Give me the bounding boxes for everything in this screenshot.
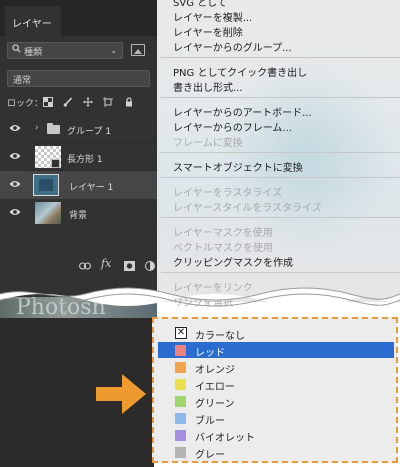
- menu-item-enable-layer-mask: レイヤーマスクを使用: [173, 228, 273, 239]
- color-option-label: レッド: [195, 348, 225, 359]
- blend-mode-value: 通常: [13, 76, 32, 86]
- eye-icon[interactable]: [9, 151, 21, 161]
- close-icon: ✕: [175, 327, 187, 339]
- color-option-label: グリーン: [195, 399, 235, 410]
- color-option-gray[interactable]: グレー: [158, 444, 394, 461]
- menu-item-quick-export-png[interactable]: PNG としてクイック書き出し: [173, 64, 307, 79]
- swatch-chip: [175, 396, 186, 407]
- tab-layers-label: レイヤー: [12, 19, 52, 30]
- layer-row-group[interactable]: › グループ 1: [0, 115, 157, 143]
- search-icon: [12, 44, 21, 53]
- swatch-chip: [175, 362, 186, 373]
- mask-icon[interactable]: [124, 261, 135, 271]
- menu-item-delete-layer[interactable]: レイヤーを削除: [173, 24, 243, 39]
- menu-item-create-clipping-mask[interactable]: クリッピングマスクを作成: [173, 254, 293, 269]
- layer-thumbnail: [35, 202, 61, 224]
- lock-pixels-brush-icon[interactable]: [63, 97, 73, 107]
- menu-item-rasterize-layer-style: レイヤースタイルをラスタライズ: [173, 203, 322, 214]
- color-option-green[interactable]: グリーン: [158, 393, 394, 410]
- lock-label: ロック：: [7, 99, 44, 109]
- menu-item-export-svg[interactable]: SVG として: [173, 0, 227, 9]
- chevron-down-icon: ⌄: [110, 46, 117, 55]
- color-option-violet[interactable]: バイオレット: [158, 427, 394, 444]
- color-option-red[interactable]: レッド: [158, 342, 394, 359]
- swatch-chip: [175, 447, 186, 458]
- menu-item-frame-from-layers[interactable]: レイヤーからのフレーム...: [173, 119, 292, 134]
- color-option-label: イエロー: [195, 382, 235, 393]
- torn-edge: [0, 287, 400, 307]
- eye-icon[interactable]: [9, 123, 21, 133]
- menu-item-group-from-layers[interactable]: レイヤーからのグループ...: [173, 39, 292, 54]
- eye-icon[interactable]: [9, 207, 21, 217]
- layer-name: 長方形 1: [67, 155, 103, 165]
- color-option-label: オレンジ: [195, 365, 235, 376]
- layer-row-shape[interactable]: 長方形 1: [0, 143, 157, 171]
- shape-layer-icon: [51, 159, 60, 168]
- color-option-none[interactable]: ✕ カラーなし: [158, 325, 394, 342]
- layer-kind-filter-label: 種類: [24, 48, 43, 58]
- layer-row-background[interactable]: 背景: [0, 199, 157, 227]
- color-option-label: バイオレット: [195, 433, 255, 444]
- layer-kind-filter[interactable]: 種類 ⌄: [7, 42, 123, 59]
- layer-name: 背景: [69, 211, 88, 221]
- color-label-list: ✕ カラーなし レッド オレンジ イエロー グリーン ブルー バイオレット グレ…: [152, 317, 398, 463]
- menu-item-convert-to-frame: フレームに変換: [173, 138, 243, 149]
- lock-transparency-icon[interactable]: [43, 97, 53, 107]
- menu-item-export-as[interactable]: 書き出し形式...: [173, 79, 243, 94]
- fx-icon[interactable]: fx: [101, 258, 111, 269]
- tab-layers[interactable]: レイヤー: [5, 6, 61, 36]
- lock-row: ロック：: [7, 96, 153, 110]
- swatch-chip: [175, 345, 186, 356]
- lock-position-move-icon[interactable]: [83, 97, 93, 107]
- layer-thumbnail: [33, 174, 59, 196]
- layer-name: グループ 1: [67, 127, 112, 137]
- blend-mode-select[interactable]: 通常: [7, 70, 150, 87]
- disclosure-chevron-icon[interactable]: ›: [35, 123, 39, 133]
- link-icon[interactable]: [79, 262, 91, 270]
- menu-item-artboard-from-layers[interactable]: レイヤーからのアートボード...: [173, 104, 312, 119]
- menu-item-rasterize-layer: レイヤーをラスタライズ: [173, 188, 283, 199]
- swatch-chip: [175, 379, 186, 390]
- eye-icon[interactable]: [9, 179, 21, 189]
- swatch-chip: [175, 413, 186, 424]
- menu-item-enable-vector-mask: ベクトルマスクを使用: [173, 243, 273, 254]
- color-option-orange[interactable]: オレンジ: [158, 359, 394, 376]
- folder-icon: [47, 123, 60, 134]
- menu-item-convert-smart-object[interactable]: スマートオブジェクトに変換: [173, 159, 303, 174]
- layers-panel: レイヤー 種類 ⌄ 通常 ロック： › グループ 1 長方形 1 レイヤー 1 …: [0, 0, 157, 302]
- layer-row-selected[interactable]: レイヤー 1: [0, 171, 157, 199]
- panel-tab-bar: レイヤー: [0, 0, 157, 36]
- menu-item-duplicate-layer[interactable]: レイヤーを複製...: [173, 9, 252, 24]
- lock-artboard-icon[interactable]: [103, 97, 113, 107]
- color-option-label: カラーなし: [195, 331, 245, 342]
- panel-footer: fx: [0, 252, 157, 282]
- image-filter-icon[interactable]: [131, 44, 145, 56]
- color-option-yellow[interactable]: イエロー: [158, 376, 394, 393]
- color-option-label: ブルー: [195, 416, 225, 427]
- color-option-label: グレー: [195, 450, 225, 461]
- lock-all-icon[interactable]: [124, 97, 134, 107]
- swatch-chip: [175, 430, 186, 441]
- new-adjustment-icon[interactable]: [145, 261, 155, 271]
- callout-arrow-icon: [96, 374, 146, 414]
- layer-name: レイヤー 1: [69, 183, 114, 193]
- layer-context-menu: SVG として レイヤーを複製... レイヤーを削除 レイヤーからのグループ..…: [157, 0, 400, 309]
- color-option-blue[interactable]: ブルー: [158, 410, 394, 427]
